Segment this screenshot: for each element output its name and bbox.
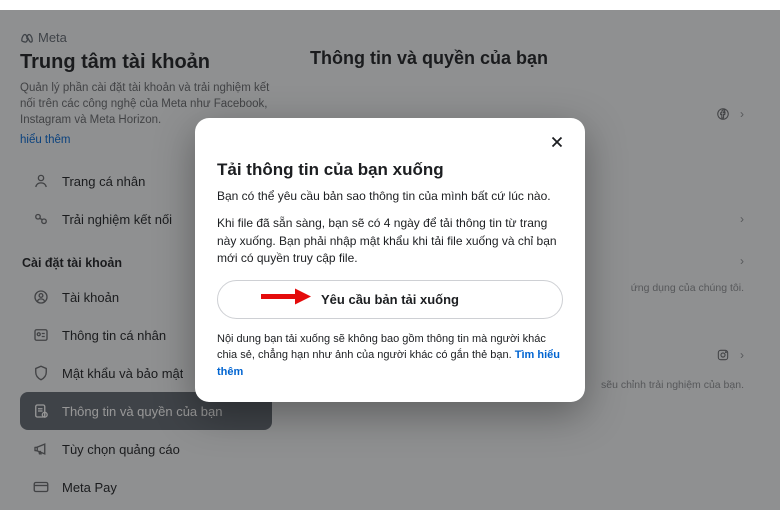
request-download-button[interactable]: Yêu cầu bản tải xuống — [217, 280, 563, 319]
modal-paragraph: Khi file đã sẵn sàng, bạn sẽ có 4 ngày đ… — [217, 215, 563, 267]
modal-footer: Nội dung bạn tải xuống sẽ không bao gồm … — [217, 331, 563, 381]
modal-paragraph: Bạn có thể yêu cầu bản sao thông tin của… — [217, 188, 563, 205]
modal-overlay[interactable]: Tải thông tin của bạn xuống Bạn có thể y… — [0, 10, 780, 510]
download-info-modal: Tải thông tin của bạn xuống Bạn có thể y… — [195, 118, 585, 402]
close-icon — [548, 133, 566, 155]
close-button[interactable] — [545, 132, 569, 156]
modal-title: Tải thông tin của bạn xuống — [217, 160, 563, 180]
modal-footer-text: Nội dung bạn tải xuống sẽ không bao gồm … — [217, 333, 546, 362]
